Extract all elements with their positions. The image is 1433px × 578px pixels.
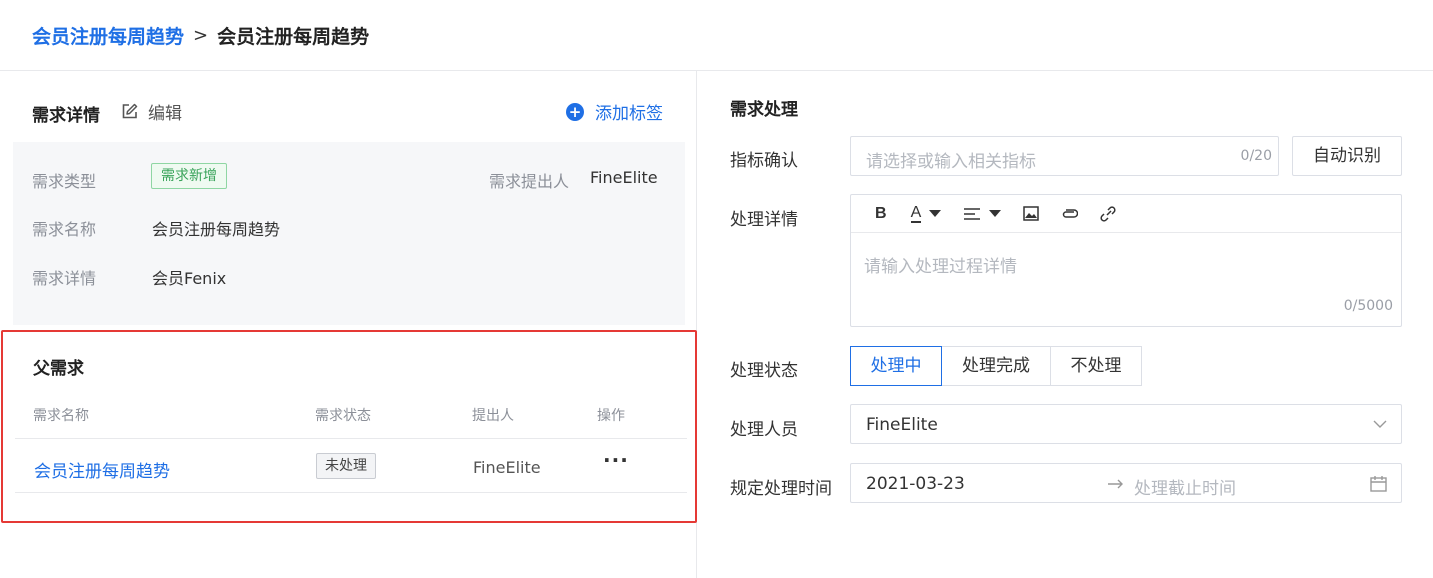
image-icon: [1023, 206, 1039, 221]
name-label: 需求名称: [32, 220, 97, 239]
detail-info-box: 需求类型 需求新增 需求提出人 FineElite 需求名称 会员注册每周趋势 …: [13, 142, 685, 325]
type-tag: 需求新增: [151, 163, 227, 189]
breadcrumb-separator: >: [193, 25, 209, 46]
handler-select[interactable]: FineElite: [850, 404, 1402, 444]
table-row-divider: [15, 492, 687, 493]
row-name-link[interactable]: 会员注册每周趋势: [34, 457, 170, 482]
edit-button[interactable]: 编辑: [121, 99, 182, 124]
edit-icon: [122, 103, 138, 119]
column-header-status: 需求状态: [315, 408, 371, 424]
insert-image-button[interactable]: [1023, 206, 1039, 221]
status-badge: 未处理: [316, 453, 376, 479]
add-tag-button[interactable]: + 添加标签: [566, 99, 663, 124]
detail-label: 处理详情: [730, 210, 798, 230]
metric-placeholder: 请选择或输入相关指标: [866, 152, 1036, 172]
status-option-done[interactable]: 处理完成: [941, 346, 1051, 386]
table-header-divider: [15, 438, 687, 439]
edit-label: 编辑: [148, 104, 182, 124]
column-header-name: 需求名称: [33, 408, 89, 424]
add-tag-label: 添加标签: [595, 104, 663, 124]
plus-circle-icon: +: [566, 102, 584, 121]
start-date-value: 2021-03-23: [866, 474, 965, 494]
desc-label: 需求详情: [32, 269, 97, 288]
row-person: FineElite: [473, 458, 541, 477]
parent-section-title: 父需求: [33, 359, 84, 379]
handler-label: 处理人员: [730, 420, 798, 440]
submitter-value: FineElite: [590, 168, 658, 187]
detail-counter: 0/5000: [1343, 298, 1393, 314]
editor-toolbar: B A: [851, 195, 1401, 233]
detail-placeholder: 请输入处理过程详情: [864, 257, 1017, 277]
metric-counter: 0/20: [1240, 148, 1272, 164]
status-option-processing[interactable]: 处理中: [850, 346, 942, 386]
time-label: 规定处理时间: [730, 479, 832, 499]
chevron-down-icon: [1373, 420, 1387, 428]
name-value: 会员注册每周趋势: [152, 220, 281, 239]
column-header-person: 提出人: [472, 408, 514, 424]
processing-section-title: 需求处理: [730, 100, 798, 120]
align-left-icon: [964, 207, 981, 220]
breadcrumb-parent-link[interactable]: 会员注册每周趋势: [32, 22, 184, 49]
end-date-placeholder: 处理截止时间: [1134, 479, 1236, 499]
page-header: 会员注册每周趋势 > 会员注册每周趋势: [0, 0, 1433, 71]
more-actions-icon[interactable]: ···: [603, 448, 629, 472]
calendar-icon: [1370, 476, 1387, 492]
parent-requirement-section: 父需求 需求名称 需求状态 提出人 操作 会员注册每周趋势 未处理 FineEl…: [1, 330, 697, 523]
breadcrumb-current: 会员注册每周趋势: [217, 26, 370, 48]
date-range-picker[interactable]: 2021-03-23 处理截止时间: [850, 463, 1402, 503]
desc-value: 会员Fenix: [152, 269, 227, 288]
caret-down-icon: [929, 210, 942, 217]
align-dropdown[interactable]: [963, 207, 1002, 221]
metric-input[interactable]: 请选择或输入相关指标 0/20: [850, 136, 1279, 176]
status-label: 处理状态: [730, 361, 798, 381]
link-icon: [1100, 205, 1116, 222]
detail-section-title: 需求详情: [32, 106, 100, 126]
font-color-dropdown[interactable]: A: [910, 203, 942, 223]
handler-value: FineElite: [866, 415, 938, 435]
requirement-detail-panel: 需求详情 编辑 + 添加标签 需求类型 需求新增 需求提出人 FineElite…: [0, 71, 697, 578]
insert-link-button[interactable]: [1100, 205, 1116, 222]
caret-down-icon: [989, 210, 1002, 217]
breadcrumb: 会员注册每周趋势 > 会员注册每周趋势: [32, 22, 369, 49]
submitter-label: 需求提出人: [489, 172, 570, 191]
auto-identify-button[interactable]: 自动识别: [1292, 136, 1402, 176]
paperclip-icon: [1063, 208, 1079, 218]
bold-icon[interactable]: B: [875, 205, 887, 223]
column-header-action: 操作: [597, 408, 625, 424]
attachment-button[interactable]: [1061, 208, 1079, 220]
metric-label: 指标确认: [730, 151, 798, 171]
font-color-icon: A: [910, 203, 922, 223]
status-option-skip[interactable]: 不处理: [1050, 346, 1142, 386]
type-label: 需求类型: [32, 172, 97, 191]
arrow-right-icon: [1108, 479, 1123, 489]
